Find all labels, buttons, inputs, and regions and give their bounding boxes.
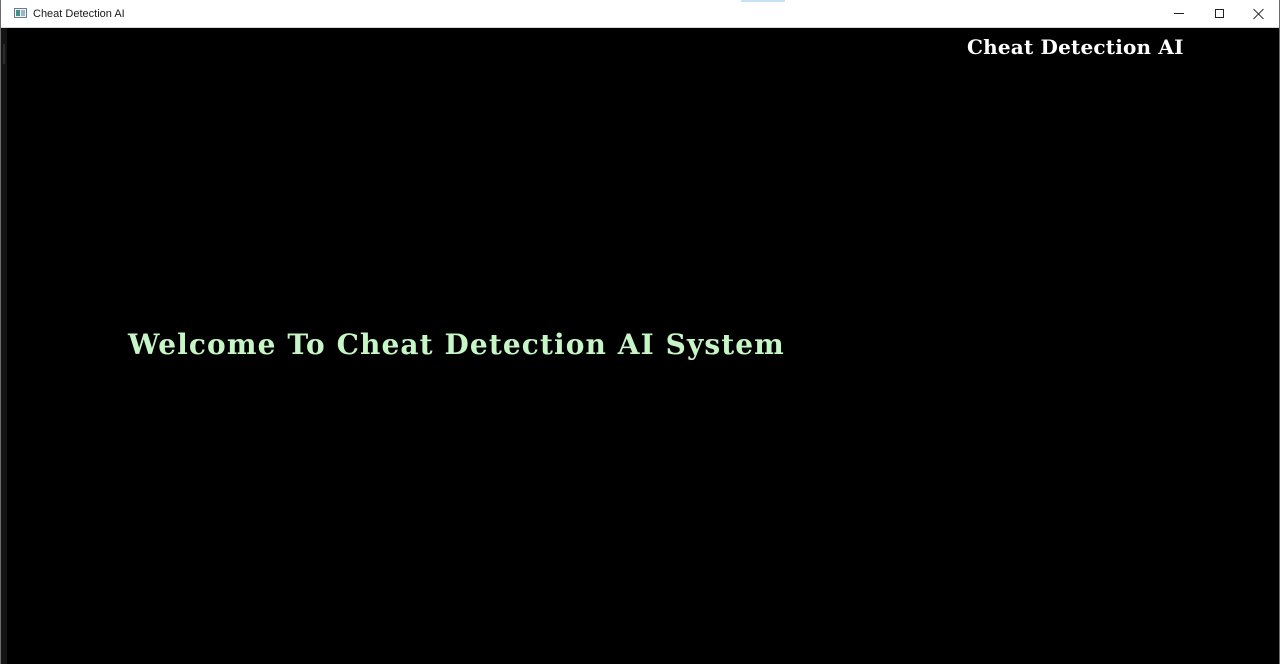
app-canvas: Cheat Detection AI Welcome To Cheat Dete…	[7, 28, 1279, 664]
title-bar[interactable]: Cheat Detection AI	[1, 0, 1279, 28]
app-window-icon[interactable]	[14, 8, 27, 18]
close-icon	[1253, 8, 1265, 20]
minimize-button[interactable]	[1159, 0, 1199, 27]
app-window: Cheat Detection AI Cheat Detection AI We…	[0, 0, 1280, 664]
maximize-button[interactable]	[1199, 0, 1239, 27]
maximize-icon	[1214, 9, 1224, 18]
edge-marker	[3, 44, 5, 64]
minimize-icon	[1174, 13, 1184, 14]
welcome-message: Welcome To Cheat Detection AI System	[128, 328, 785, 361]
title-bar-accent	[741, 0, 785, 2]
close-button[interactable]	[1239, 0, 1279, 27]
brand-title: Cheat Detection AI	[967, 35, 1184, 59]
window-title: Cheat Detection AI	[33, 8, 125, 20]
